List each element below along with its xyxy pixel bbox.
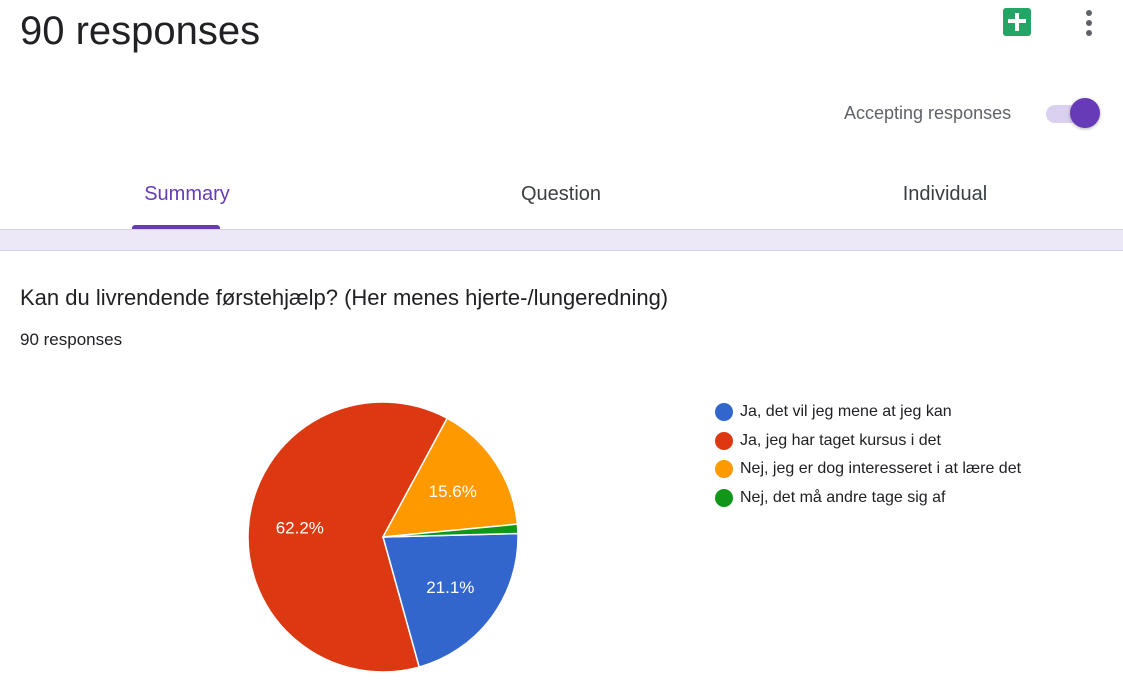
toggle-knob [1070, 98, 1100, 128]
legend-color-dot [715, 489, 733, 508]
accepting-responses-toggle[interactable] [1044, 97, 1102, 129]
accepting-responses-label: Accepting responses [844, 103, 1012, 123]
question-title: Kan du livrendende førstehjælp? (Her men… [20, 285, 669, 310]
pie-slice-label-2: 15.6% [429, 482, 477, 501]
legend-item-2: Nej, jeg er dog interesseret i at lære d… [714, 455, 1021, 484]
question-response-count: 90 responses [20, 330, 123, 349]
tab-summary[interactable]: Summary [0, 160, 374, 230]
chart-legend: Ja, det vil jeg mene at jeg kan Ja, jeg h… [714, 398, 1021, 513]
legend-label: Ja, jeg har taget kursus i det [740, 431, 941, 449]
legend-color-dot [715, 403, 733, 421]
google-sheets-icon[interactable] [1003, 8, 1031, 36]
legend-label: Ja, det vil jeg mene at jeg kan [740, 403, 952, 420]
legend-color-dot [715, 431, 733, 450]
pie-slice-label-1: 62.2% [276, 519, 324, 538]
tab-question[interactable]: Question [374, 160, 748, 230]
more-vert-icon[interactable] [1078, 8, 1100, 38]
legend-item-1: Ja, jeg har taget kursus i det [714, 427, 1021, 456]
legend-label: Nej, det må andre tage sig af [740, 489, 946, 507]
legend-color-dot [715, 460, 733, 479]
response-tabs: Summary Question Individual [0, 160, 1123, 230]
pie-chart: 21.1% 62.2% 15.6% [247, 401, 519, 673]
legend-label: Nej, jeg er dog interesseret i at lære d… [740, 460, 1022, 478]
page-title: 90 responses [20, 9, 261, 53]
legend-item-0: Ja, det vil jeg mene at jeg kan [714, 398, 1021, 427]
tabs-divider [0, 229, 1123, 251]
tab-individual[interactable]: Individual [758, 160, 1123, 230]
pie-slice-label-0: 21.1% [426, 578, 474, 597]
legend-item-3: Nej, det må andre tage sig af [714, 484, 1021, 513]
